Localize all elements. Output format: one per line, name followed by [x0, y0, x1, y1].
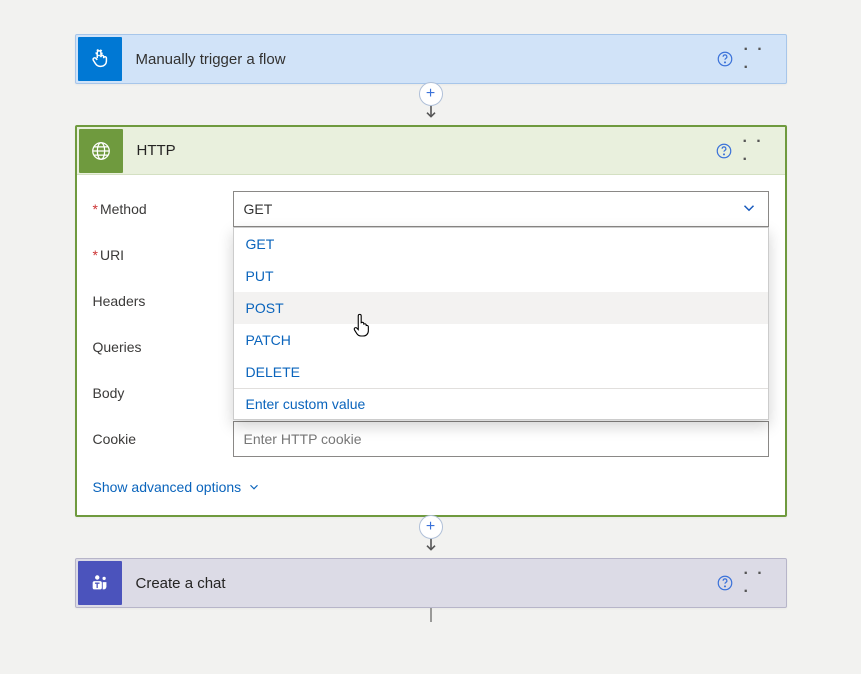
- add-step-button[interactable]: +: [419, 82, 443, 106]
- method-dropdown: GET PUT POST PATCH DELETE Enter custom v…: [233, 227, 769, 420]
- help-icon[interactable]: [712, 570, 738, 596]
- method-option-delete[interactable]: DELETE: [234, 356, 768, 388]
- method-label: *Method: [93, 201, 233, 217]
- arrow-down-icon: [422, 537, 440, 558]
- cookie-row: Cookie Enter HTTP cookie: [93, 419, 769, 459]
- trigger-title: Manually trigger a flow: [124, 51, 712, 68]
- help-icon[interactable]: [711, 138, 737, 164]
- headers-label: Headers: [93, 293, 233, 309]
- method-option-put[interactable]: PUT: [234, 260, 768, 292]
- touch-icon: [78, 37, 122, 81]
- method-selected-value: GET: [244, 201, 273, 217]
- http-header[interactable]: HTTP · · ·: [77, 127, 785, 175]
- method-row: *Method GET GET PUT POST: [93, 189, 769, 229]
- method-option-post[interactable]: POST: [234, 292, 768, 324]
- http-title: HTTP: [125, 142, 711, 159]
- chat-card[interactable]: Create a chat · · ·: [75, 558, 787, 608]
- show-advanced-link[interactable]: Show advanced options: [93, 479, 262, 495]
- globe-icon: [79, 129, 123, 173]
- connector: +: [416, 84, 446, 125]
- chat-header[interactable]: Create a chat · · ·: [76, 559, 786, 607]
- teams-icon: [78, 561, 122, 605]
- arrow-down-icon: [422, 104, 440, 125]
- method-custom-value[interactable]: Enter custom value: [234, 389, 768, 419]
- connector: +: [416, 517, 446, 558]
- cookie-input[interactable]: Enter HTTP cookie: [233, 421, 769, 457]
- queries-label: Queries: [93, 339, 233, 355]
- help-icon[interactable]: [712, 46, 738, 72]
- line-icon: [430, 608, 432, 622]
- uri-label: *URI: [93, 247, 233, 263]
- method-option-patch[interactable]: PATCH: [234, 324, 768, 356]
- cookie-placeholder: Enter HTTP cookie: [244, 431, 362, 447]
- chevron-down-icon: [247, 480, 261, 494]
- http-body: *Method GET GET PUT POST: [77, 175, 785, 469]
- method-select[interactable]: GET: [233, 191, 769, 227]
- more-icon[interactable]: · · ·: [744, 46, 774, 72]
- advanced-row: Show advanced options: [77, 469, 785, 515]
- trigger-header[interactable]: Manually trigger a flow · · ·: [76, 35, 786, 83]
- trigger-card[interactable]: Manually trigger a flow · · ·: [75, 34, 787, 84]
- more-icon[interactable]: · · ·: [744, 570, 774, 596]
- method-option-get[interactable]: GET: [234, 228, 768, 260]
- http-card[interactable]: HTTP · · · *Method GET: [75, 125, 787, 517]
- more-icon[interactable]: · · ·: [743, 138, 773, 164]
- chat-title: Create a chat: [124, 575, 712, 592]
- add-step-button[interactable]: +: [419, 515, 443, 539]
- cookie-label: Cookie: [93, 431, 233, 447]
- chevron-down-icon: [740, 199, 758, 220]
- body-label: Body: [93, 385, 233, 401]
- connector-tail: [416, 608, 446, 622]
